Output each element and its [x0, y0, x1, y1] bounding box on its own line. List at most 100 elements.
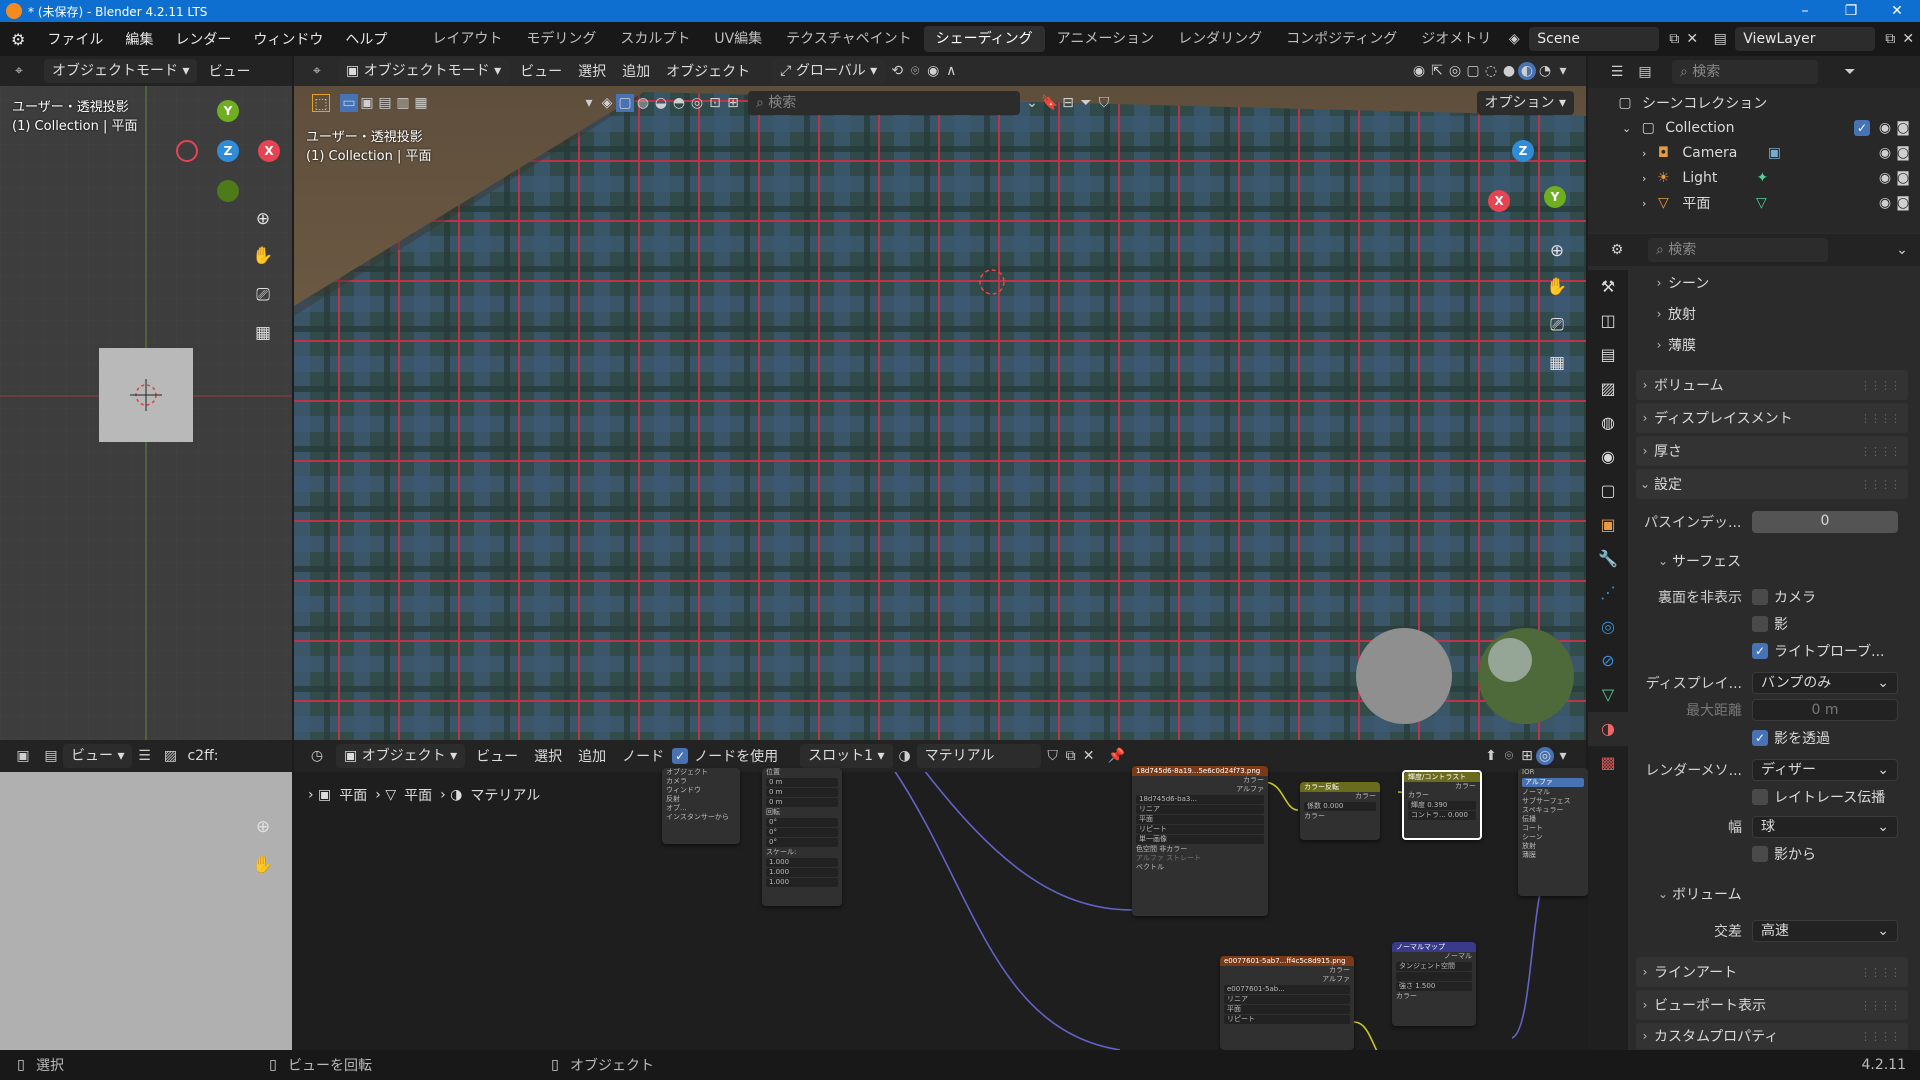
surface-icon[interactable]: ◓ [670, 94, 688, 112]
camera-view-icon[interactable]: ⎚ [248, 280, 278, 310]
bright-contrast-node[interactable]: 輝度/コントラスト カラー カラー 輝度 0.390 コントラ... 0.000 [1402, 770, 1482, 840]
outliner-item-light[interactable]: › ☀ Light ✦ ◉ ◙ [1588, 166, 1920, 190]
section-emission[interactable]: › 放射 [1636, 299, 1908, 329]
menu-edit[interactable]: 編集 [114, 29, 164, 49]
displacement-dropdown[interactable]: バンプのみ ⌄ [1752, 672, 1898, 694]
eye-icon[interactable]: ◉ [1876, 194, 1894, 212]
left-view-menu[interactable]: ビュー [200, 61, 258, 81]
colorspace-row[interactable]: 色空間 非カラー [1132, 845, 1268, 854]
section-volume[interactable]: › ボリューム ⋮⋮⋮⋮ [1636, 370, 1908, 400]
main-z-axis-gizmo[interactable]: Z [1512, 140, 1534, 162]
section-displacement[interactable]: › ディスプレイスメント ⋮⋮⋮⋮ [1636, 403, 1908, 433]
world-tab-icon[interactable]: ◉ [1588, 440, 1628, 474]
grid-snap-icon[interactable]: ⊞ [1518, 747, 1536, 765]
node-add-menu[interactable]: 追加 [570, 746, 614, 766]
fake-user-icon[interactable]: ⛉ [1044, 747, 1062, 765]
material-browse-icon[interactable]: ◑ [896, 747, 914, 765]
transparent-shadow-checkbox[interactable]: ✓ [1752, 730, 1768, 746]
outliner-search-input[interactable]: ⌕ 検索 [1672, 60, 1818, 84]
hamburger-icon[interactable]: ☰ [135, 747, 153, 765]
wireframe-shading-icon[interactable]: ◌ [1482, 62, 1500, 80]
eye-icon[interactable]: ◉ [1876, 119, 1894, 137]
node-node-menu[interactable]: ノード [614, 746, 672, 766]
select-tool-icon[interactable]: ⬚ [312, 94, 330, 112]
select-invert-icon[interactable]: ▥ [394, 94, 412, 112]
scene-name-field[interactable]: Scene [1529, 27, 1660, 51]
breadcrumb-object[interactable]: 平面 [339, 785, 367, 805]
tab-animation[interactable]: アニメーション [1045, 26, 1166, 52]
expand-icon[interactable]: › [1642, 197, 1646, 210]
alpha-row[interactable]: アルファ ストレート [1132, 854, 1268, 863]
bookmark-icon[interactable]: 🔖 [1041, 94, 1059, 112]
data-tab-icon[interactable]: ▽ [1588, 678, 1628, 712]
expand-icon[interactable]: › [1642, 147, 1646, 160]
properties-type-icon[interactable]: ⚙ [1608, 241, 1626, 259]
tab-sculpt[interactable]: スカルプト [608, 26, 702, 52]
rot-z-field[interactable]: 0° [766, 838, 838, 847]
drag-handle-icon[interactable]: ⋮⋮⋮⋮ [1860, 999, 1901, 1012]
node-overlay-dropdown-icon[interactable]: ▾ [1554, 747, 1572, 765]
principled-bsdf-node-partial[interactable]: IOR アルファ ノーマル サブサーフェス スペキュラー 伝播 コート シーン … [1518, 768, 1588, 896]
render-method-dropdown[interactable]: ディザー ⌄ [1752, 759, 1898, 781]
material-shading-icon[interactable]: ◐ [1518, 62, 1536, 80]
shading-options-icon[interactable]: ▾ [1554, 62, 1572, 80]
image-view-menu[interactable]: ビュー ▾ [63, 744, 133, 768]
tab-rendering[interactable]: レンダリング [1166, 26, 1274, 52]
x-axis-gizmo[interactable]: X [258, 140, 280, 162]
text-obj-icon[interactable]: ⊡ [706, 94, 724, 112]
proportional-edit-icon[interactable]: ◉ [924, 62, 942, 80]
outliner-collection[interactable]: ⌄ ▢ Collection ✓ ◉ ◙ [1588, 116, 1920, 140]
main-mode-dropdown[interactable]: ▣ オブジェクトモード ▾ [338, 59, 510, 83]
section-custom-properties[interactable]: › カスタムプロパティ ⋮⋮⋮⋮ [1636, 1023, 1908, 1049]
material-tab-icon[interactable]: ◑ [1588, 712, 1628, 746]
tab-texture-paint[interactable]: テクスチャペイント [774, 26, 923, 52]
collection-checkbox[interactable]: ✓ [1854, 120, 1870, 136]
main-x-axis-gizmo[interactable]: X [1488, 190, 1510, 212]
contrast-field[interactable]: コントラ... 0.000 [1408, 811, 1476, 820]
scene-tab-icon[interactable]: ◍ [1588, 406, 1628, 440]
rendered-shading-icon[interactable]: ◔ [1536, 62, 1554, 80]
outliner-item-camera[interactable]: › ◘ Camera ▣ ◉ ◙ [1588, 141, 1920, 165]
space-dropdown[interactable]: タンジェント空間 [1396, 962, 1472, 971]
neg-y-axis-gizmo[interactable] [217, 180, 239, 202]
fac-field[interactable]: 係数 0.000 [1304, 802, 1376, 811]
object-menu[interactable]: オブジェクト [658, 61, 758, 81]
curve-icon[interactable]: ◒ [652, 94, 670, 112]
main-y-axis-gizmo[interactable]: Y [1544, 186, 1566, 208]
view-layer-field[interactable]: ViewLayer [1735, 27, 1876, 51]
left-viewport[interactable] [0, 56, 292, 740]
y-axis-gizmo[interactable]: Y [217, 100, 239, 122]
drag-handle-icon[interactable]: ⋮⋮⋮⋮ [1860, 379, 1901, 392]
empty-obj-icon[interactable]: ⊞ [724, 94, 742, 112]
tab-modeling[interactable]: モデリング [514, 26, 608, 52]
display-mode-icon[interactable]: ▤ [1636, 63, 1654, 81]
drag-handle-icon[interactable]: ⋮⋮⋮⋮ [1860, 478, 1901, 491]
rot-y-field[interactable]: 0° [766, 828, 838, 837]
section-settings[interactable]: ⌄ 設定 ⋮⋮⋮⋮ [1636, 469, 1908, 499]
select-menu[interactable]: 選択 [570, 61, 614, 81]
eye-icon[interactable]: ◉ [1876, 169, 1894, 187]
remove-view-layer-icon[interactable]: ✕ [1899, 30, 1917, 48]
z-axis-gizmo[interactable]: Z [217, 140, 239, 162]
outliner-type-icon[interactable]: ☰ [1608, 63, 1626, 81]
extension-dropdown[interactable]: リピート [1136, 825, 1264, 834]
select-intersect-icon[interactable]: ▦ [412, 94, 430, 112]
light-probe-checkbox[interactable]: ✓ [1752, 643, 1768, 659]
menu-window[interactable]: ウィンドウ [242, 29, 334, 49]
add-menu[interactable]: 追加 [614, 61, 658, 81]
backface-shadow-checkbox[interactable] [1752, 616, 1768, 632]
view-menu[interactable]: ビュー [512, 61, 570, 81]
select-subtract-icon[interactable]: ▤ [376, 94, 394, 112]
image-zoom-icon[interactable]: ⊕ [248, 812, 278, 842]
constraints-tab-icon[interactable]: ⊘ [1588, 644, 1628, 678]
tab-shading[interactable]: シェーディング [923, 26, 1045, 52]
object-visibility-icon[interactable]: ▢ [616, 94, 634, 112]
camera-render-icon[interactable]: ◙ [1894, 119, 1912, 137]
properties-search-input[interactable]: ⌕ 検索 [1648, 238, 1828, 262]
shield-icon[interactable]: ⛉ [1095, 94, 1113, 112]
unlink-material-icon[interactable]: ✕ [1080, 747, 1098, 765]
editor-type-icon[interactable]: ⌖ [10, 62, 28, 80]
loc-y-field[interactable]: 0 m [766, 788, 838, 797]
node-view-menu[interactable]: ビュー [468, 746, 526, 766]
left-mode-dropdown[interactable]: オブジェクトモード ▾ [44, 59, 198, 83]
